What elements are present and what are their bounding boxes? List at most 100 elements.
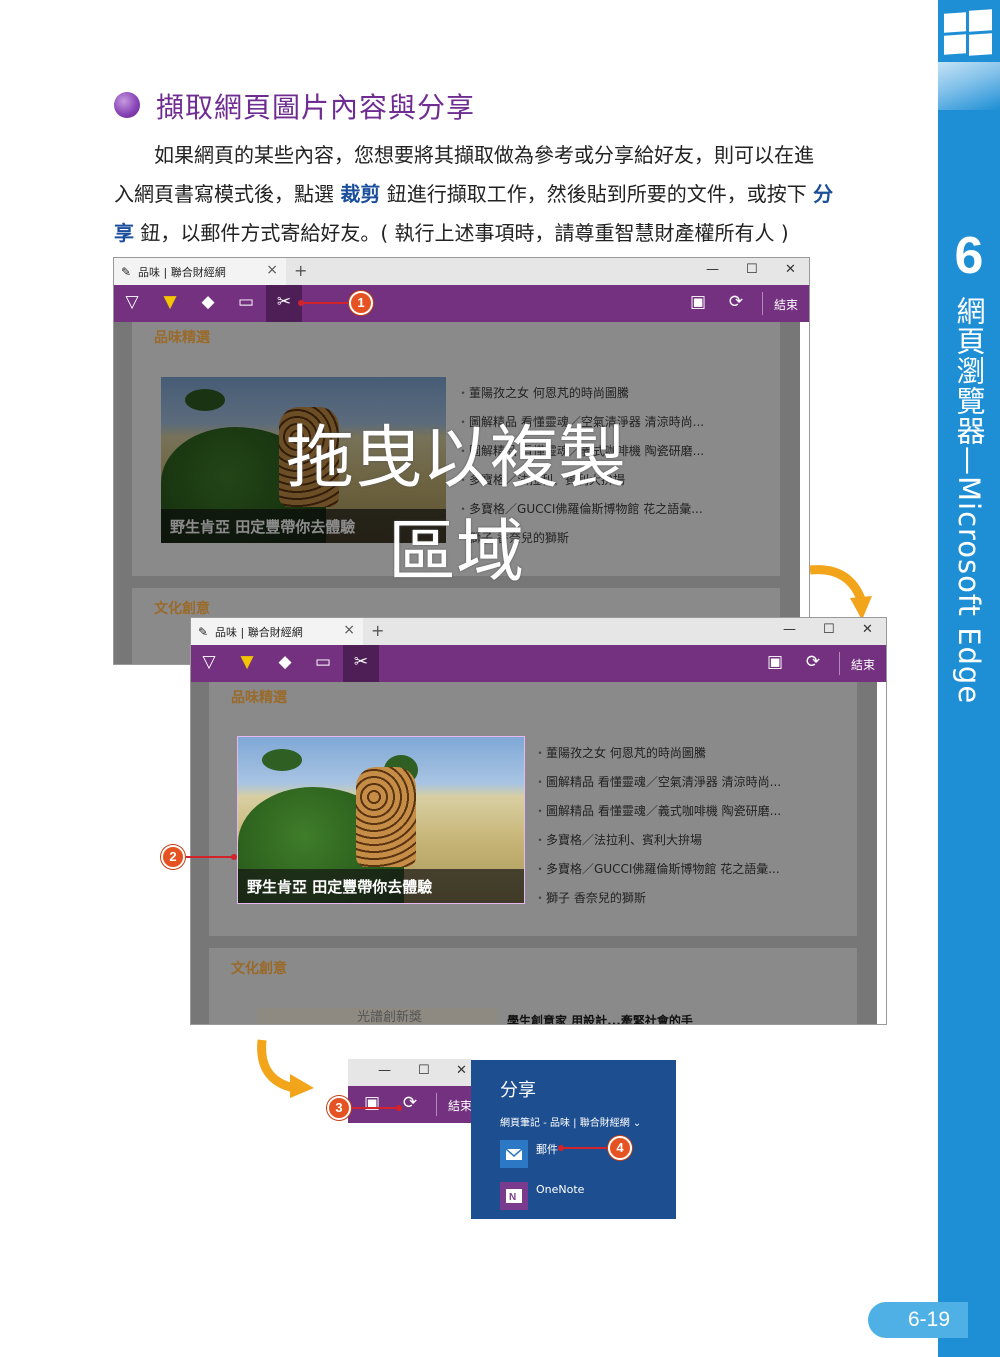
finish-button[interactable]: 結束 (851, 656, 875, 673)
list-item[interactable]: 董陽孜之女 何恩芃的時尚圖騰 (534, 739, 781, 768)
photo-tree (262, 749, 302, 771)
chevron-down-icon: ⌄ (632, 1118, 642, 1129)
onenote-icon: N (506, 1189, 522, 1203)
browser-window-2: ✎ 品味 | 聯合財經網 × + — ☐ ✕ ▽ ▼ ◆ ▭ ✂ ▣ ⟳ 結束 … (190, 617, 887, 1025)
culture-article-title[interactable]: 學生創意家 用設計...牽緊社會的手 (507, 1012, 693, 1024)
minimize-icon[interactable]: — (378, 1063, 391, 1078)
onenote-app-icon[interactable]: N (500, 1182, 528, 1210)
callout-dot (231, 854, 237, 860)
callout-line (186, 856, 234, 858)
share-icon[interactable]: ⟳ (718, 285, 754, 322)
tab-close-icon[interactable]: × (266, 262, 278, 278)
article-list: 董陽孜之女 何恩芃的時尚圖騰 圖解精品 看懂靈魂／空氣清淨器 清涼時尚... 圖… (534, 739, 781, 913)
list-item[interactable]: 圖解精品 看懂靈魂／空氣清淨器 清涼時尚... (534, 768, 781, 797)
close-window-icon[interactable]: ✕ (862, 622, 873, 637)
eraser-icon[interactable]: ◆ (267, 645, 303, 682)
comment-icon[interactable]: ▭ (228, 285, 264, 322)
drag-to-copy-text: 拖曳以複製區域 (285, 419, 626, 592)
decorative-swoosh (938, 62, 1000, 110)
photo-caption: 野生肯亞 田定豐帶你去體驗 (238, 869, 524, 903)
comment-icon[interactable]: ▭ (305, 645, 341, 682)
share-icon[interactable]: ⟳ (795, 645, 831, 682)
new-tab-icon[interactable]: + (371, 621, 384, 640)
toolbar-divider (839, 652, 840, 675)
curved-arrow-icon (257, 1039, 314, 1098)
minimize-icon[interactable]: — (706, 262, 719, 277)
list-item[interactable]: 圖解精品 看懂靈魂／義式咖啡機 陶瓷研磨... (534, 797, 781, 826)
note-icon: ✎ (198, 625, 209, 639)
callout-dot (396, 1105, 402, 1111)
curved-arrow-icon (809, 565, 872, 620)
section-heading: 擷取網頁圖片內容與分享 (156, 91, 476, 124)
pen-icon[interactable]: ▽ (191, 645, 227, 682)
title-bar: ✎ 品味 | 聯合財經網 × + — ☐ ✕ (191, 618, 886, 645)
close-window-icon[interactable]: ✕ (456, 1063, 467, 1078)
pen-icon[interactable]: ▽ (114, 285, 150, 322)
list-item[interactable]: 獅子 香奈兒的獅斯 (534, 884, 781, 913)
keyword-share-1: 分 (813, 182, 834, 206)
list-item[interactable]: 董陽孜之女 何恩芃的時尚圖騰 (457, 379, 704, 408)
clip-icon[interactable]: ✂ (343, 645, 379, 682)
minimize-icon[interactable]: — (783, 622, 796, 637)
tab-title: 品味 | 聯合財經網 (138, 266, 226, 279)
clip-icon[interactable]: ✂ (266, 285, 302, 322)
windows-logo-icon (944, 9, 992, 56)
share-panel: 分享 網頁筆記 - 品味 | 聯合財經網 ⌄ 郵件 N OneNote (471, 1060, 676, 1219)
highlighter-icon[interactable]: ▼ (152, 285, 188, 322)
highlighter-icon[interactable]: ▼ (229, 645, 265, 682)
para-line-3: 鈕，以郵件方式寄給好友。( 執行上述事項時，請尊重智慧財產權所有人 ) (134, 221, 789, 245)
browser-tab[interactable]: ✎ 品味 | 聯合財經網 × (191, 618, 363, 645)
browser-window-crop: — ☐ ✕ ▣ ⟳ 結束 (348, 1059, 472, 1125)
callout-badge-1: 1 (349, 291, 373, 315)
giraffe-photo-selected[interactable]: 野生肯亞 田定豐帶你去體驗 (237, 736, 525, 904)
section-title: 品味精選 (154, 330, 210, 346)
save-icon[interactable]: ▣ (680, 285, 716, 322)
mail-app-icon[interactable] (500, 1140, 528, 1168)
list-item[interactable]: 多寶格／法拉利、賓利大拚場 (534, 826, 781, 855)
share-source-dropdown[interactable]: 網頁筆記 - 品味 | 聯合財經網 ⌄ (500, 1114, 641, 1129)
eraser-icon[interactable]: ◆ (190, 285, 226, 322)
list-item[interactable]: 多寶格／GUCCI佛羅倫斯博物館 花之語彙... (534, 855, 781, 884)
envelope-icon (505, 1148, 523, 1160)
svg-text:N: N (509, 1192, 516, 1203)
toolbar-divider (436, 1093, 437, 1116)
web-note-toolbar: ▽ ▼ ◆ ▭ ✂ ▣ ⟳ 結束 (191, 645, 886, 682)
maximize-icon[interactable]: ☐ (418, 1063, 430, 1078)
tab-title: 品味 | 聯合財經網 (215, 626, 303, 639)
share-source-label: 網頁筆記 - 品味 | 聯合財經網 (500, 1118, 630, 1129)
mail-app-label[interactable]: 郵件 (536, 1141, 558, 1157)
section-title: 文化創意 (154, 601, 210, 617)
browser-tab[interactable]: ✎ 品味 | 聯合財經網 × (114, 258, 286, 285)
keyword-share-2: 享 (114, 221, 134, 245)
body-paragraph: 如果網頁的某些內容，您想要將其擷取做為參考或分享給好友，則可以在進 入網頁書寫模… (114, 136, 892, 253)
heading-bullet-icon (114, 92, 140, 118)
title-bar: ✎ 品味 | 聯合財經網 × + — ☐ ✕ (114, 258, 809, 285)
finish-button[interactable]: 結束 (448, 1097, 472, 1114)
keyword-crop: 裁剪 (340, 182, 381, 206)
callout-line (301, 302, 351, 304)
share-title: 分享 (500, 1080, 536, 1101)
finish-button[interactable]: 結束 (774, 296, 798, 313)
photo-giraffe (356, 767, 416, 867)
photo-tree (185, 389, 225, 411)
save-icon[interactable]: ▣ (354, 1086, 390, 1123)
page-content: 品味精選 野生肯亞 田定豐帶你去體驗 董陽孜之女 何恩芃的時尚圖騰 圖解精品 看… (191, 682, 877, 1024)
para-line-2b: 鈕進行擷取工作，然後貼到所要的文件，或按下 (380, 182, 814, 206)
chapter-number: 6 (954, 227, 984, 285)
title-bar: — ☐ ✕ (348, 1059, 472, 1086)
para-line-2a: 入網頁書寫模式後，點選 (114, 182, 341, 206)
toolbar-divider (762, 292, 763, 315)
new-tab-icon[interactable]: + (294, 261, 307, 280)
chapter-title: 網頁瀏覽器—Microsoft Edge (952, 296, 986, 705)
callout-badge-2: 2 (161, 845, 185, 869)
callout-badge-3: 3 (327, 1096, 351, 1120)
onenote-app-label[interactable]: OneNote (536, 1183, 584, 1196)
save-icon[interactable]: ▣ (757, 645, 793, 682)
maximize-icon[interactable]: ☐ (823, 622, 835, 637)
callout-badge-4: 4 (608, 1136, 632, 1160)
tab-close-icon[interactable]: × (343, 622, 355, 638)
para-line-1: 如果網頁的某些內容，您想要將其擷取做為參考或分享給好友，則可以在進 (154, 143, 814, 167)
close-window-icon[interactable]: ✕ (785, 262, 796, 277)
page-number: 6-19 (868, 1302, 968, 1338)
maximize-icon[interactable]: ☐ (746, 262, 758, 277)
